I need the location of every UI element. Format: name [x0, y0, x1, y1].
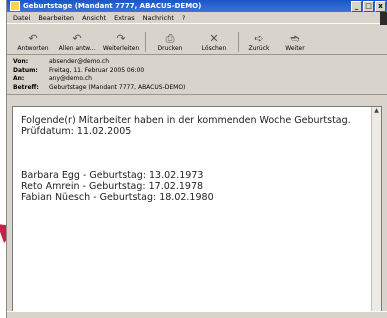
- header-to-row: An: any@demo.ch: [13, 75, 382, 84]
- header-date-row: Datum: Freitag, 11. Februar 2005 06:00: [13, 67, 382, 76]
- forward-icon: ↷: [116, 32, 126, 45]
- reply-all-icon: ↶: [72, 32, 82, 45]
- menu-ansicht[interactable]: Ansicht: [82, 14, 106, 22]
- birthday-entry: Barbara Egg - Geburtstag: 13.02.1973: [21, 170, 204, 181]
- menu-extras[interactable]: Extras: [114, 14, 135, 22]
- menu-bar: Datei Bearbeiten Ansicht Extras Nachrich…: [7, 12, 387, 24]
- menu-help[interactable]: ?: [182, 14, 185, 22]
- reply-all-label: Allen antw...: [58, 45, 96, 52]
- body-intro-line: Folgende(r) Mitarbeiter haben in der kom…: [21, 115, 351, 126]
- date-label: Datum:: [13, 66, 38, 74]
- back-icon: ➪: [254, 32, 264, 45]
- forward-label: Weiterleiten: [102, 45, 140, 52]
- minimize-button[interactable]: _: [351, 0, 362, 12]
- back-label: Zurück: [248, 45, 270, 52]
- header-from-row: Von: absender@demo.ch: [13, 58, 382, 67]
- app-icon: [10, 1, 20, 11]
- reply-all-button[interactable]: ↶ Allen antw...: [55, 32, 99, 53]
- body-check-date-line: Prüfdatum: 11.02.2005: [21, 126, 132, 137]
- reply-label: Antworten: [17, 45, 49, 52]
- subject-value: Geburtstage (Mandant 7777, ABACUS-DEMO): [49, 83, 186, 91]
- print-label: Drucken: [157, 45, 183, 52]
- next-icon: ➬: [290, 32, 300, 45]
- from-value: absender@demo.ch: [49, 58, 109, 65]
- menu-bearbeiten[interactable]: Bearbeiten: [38, 14, 74, 22]
- from-label: Von:: [13, 58, 29, 65]
- birthday-entry: Reto Amrein - Geburtstag: 17.02.1978: [21, 181, 204, 192]
- reply-icon: ↶: [28, 32, 38, 45]
- message-body[interactable]: Folgende(r) Mitarbeiter haben in der kom…: [12, 106, 382, 312]
- date-value: Freitag, 11. Februar 2005 06:00: [49, 66, 145, 74]
- window-title: Geburtstage (Mandant 7777, ABACUS-DEMO): [23, 2, 202, 10]
- title-bar: Geburtstage (Mandant 7777, ABACUS-DEMO) …: [7, 0, 387, 12]
- print-button[interactable]: ⎙ Drucken: [148, 32, 192, 53]
- back-button[interactable]: ➪ Zurück: [241, 32, 277, 53]
- delete-button[interactable]: ✕ Löschen: [192, 32, 236, 53]
- print-icon: ⎙: [165, 32, 175, 45]
- close-button[interactable]: x: [375, 0, 386, 12]
- subject-label: Betreff:: [13, 83, 39, 91]
- to-value: any@demo.ch: [49, 75, 92, 82]
- toolbar-separator: [238, 32, 239, 52]
- message-header: Von: absender@demo.ch Datum: Freitag, 11…: [7, 55, 387, 95]
- toolbar-separator: [145, 32, 146, 52]
- vertical-scrollbar[interactable]: ▲: [371, 107, 381, 311]
- next-button[interactable]: ➬ Weiter: [277, 32, 313, 53]
- menu-datei[interactable]: Datei: [13, 14, 30, 22]
- menu-nachricht[interactable]: Nachricht: [143, 14, 174, 22]
- throbber-icon: [380, 12, 387, 25]
- maximize-button[interactable]: □: [363, 0, 374, 12]
- status-bar: [7, 311, 387, 318]
- reply-button[interactable]: ↶ Antworten: [11, 32, 55, 53]
- next-label: Weiter: [285, 45, 305, 52]
- header-subject-row: Betreff: Geburtstage (Mandant 7777, ABAC…: [13, 84, 382, 93]
- toolbar: ↶ Antworten ↶ Allen antw... ↷ Weiterleit…: [7, 12, 387, 55]
- delete-label: Löschen: [201, 45, 227, 52]
- forward-button[interactable]: ↷ Weiterleiten: [99, 32, 143, 53]
- birthday-entry: Fabian Nüesch - Geburtstag: 18.02.1980: [21, 192, 214, 203]
- to-label: An:: [13, 75, 25, 82]
- scroll-up-icon[interactable]: ▲: [372, 107, 381, 114]
- delete-icon: ✕: [209, 32, 219, 45]
- email-window: Geburtstage (Mandant 7777, ABACUS-DEMO) …: [6, 0, 387, 318]
